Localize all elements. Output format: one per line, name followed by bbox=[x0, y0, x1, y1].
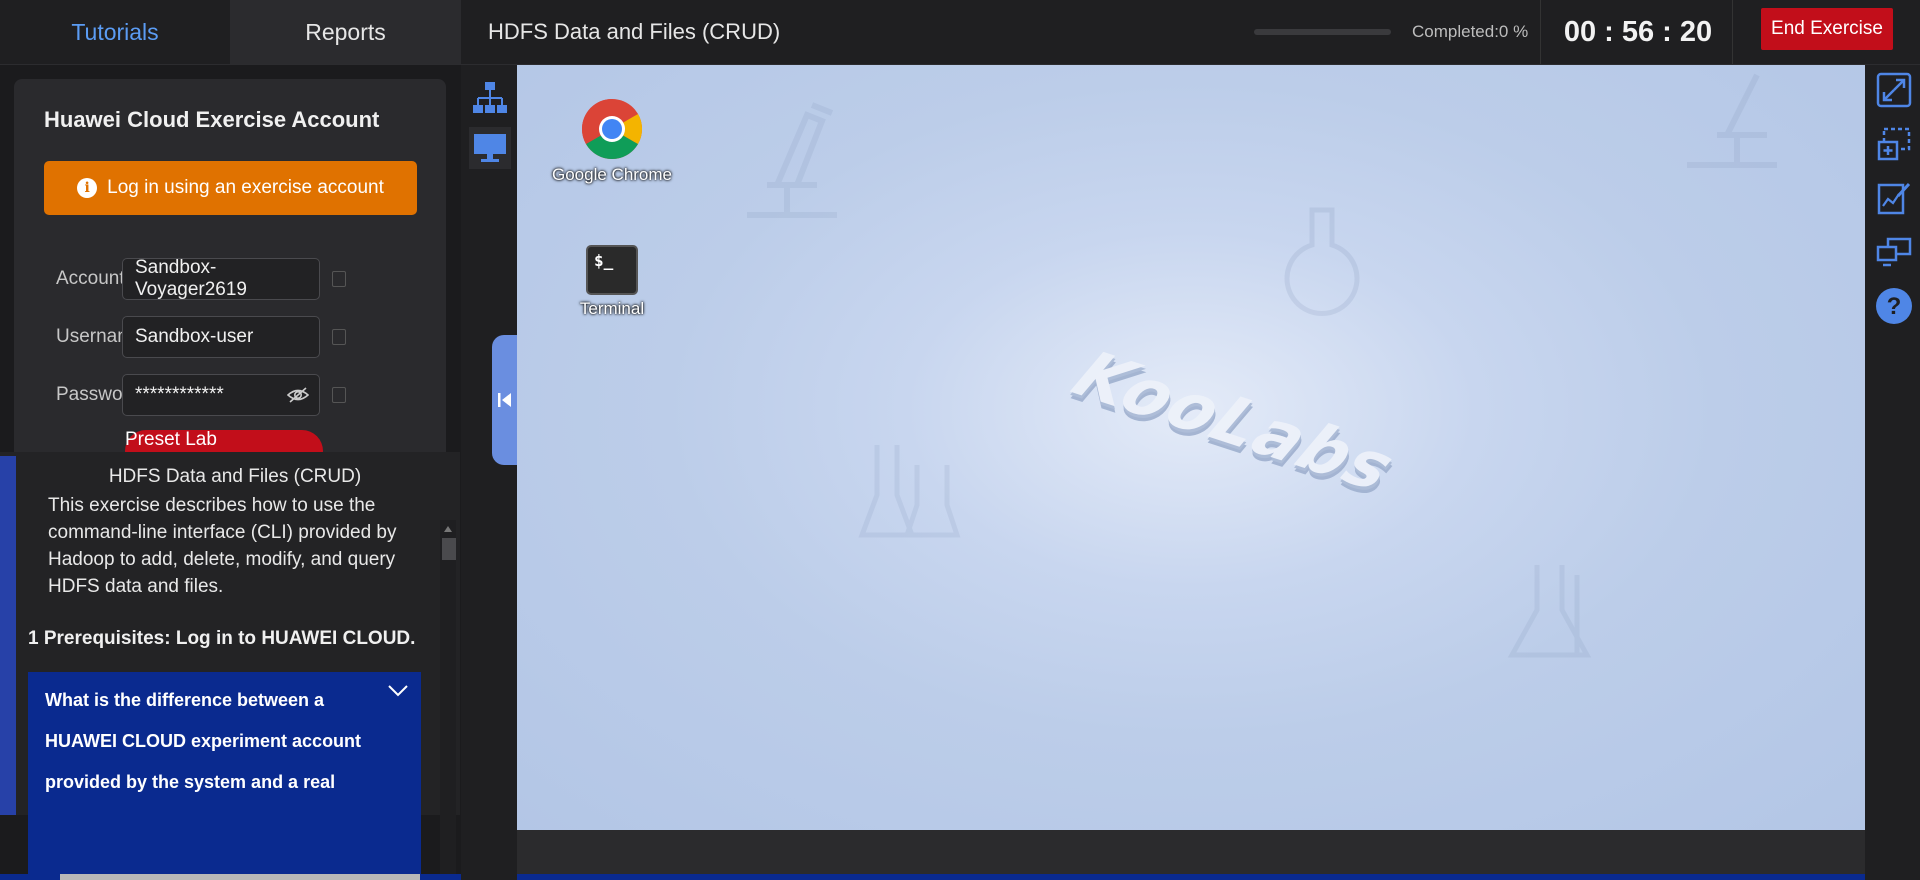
view-switcher bbox=[461, 65, 517, 880]
flask-watermark-icon bbox=[1284, 207, 1360, 316]
collapse-left-icon bbox=[497, 393, 511, 407]
microscope-watermark-icon bbox=[1687, 73, 1777, 168]
tab-tutorials[interactable]: Tutorials bbox=[0, 0, 230, 64]
doc-title: HDFS Data and Files (CRUD) bbox=[108, 466, 362, 487]
help-button[interactable]: ? bbox=[1875, 287, 1913, 325]
section-accent bbox=[0, 456, 16, 815]
countdown-timer: 00 : 56 : 20 bbox=[1563, 15, 1713, 48]
desktop-icon-label: Google Chrome bbox=[552, 165, 673, 184]
desktop-icon-label: Terminal bbox=[579, 299, 645, 318]
desktop-taskbar bbox=[517, 830, 1865, 874]
faq-question: What is the difference between a HUAWEI … bbox=[45, 690, 362, 792]
remote-desktop[interactable]: KooLabs Google Chrome $_ Terminal bbox=[517, 65, 1865, 830]
flask-watermark-icon bbox=[1507, 565, 1592, 658]
remote-desktop-button[interactable] bbox=[1875, 233, 1913, 271]
desktop-icon-terminal[interactable]: $_ Terminal bbox=[552, 245, 672, 319]
login-button-label: Log in using an exercise account bbox=[107, 177, 384, 198]
account-row: Account Sandbox-Voyager2619 bbox=[56, 257, 346, 301]
username-row: Username Sandbox-user bbox=[56, 315, 346, 359]
account-field[interactable]: Sandbox-Voyager2619 bbox=[122, 257, 320, 300]
exercise-title: HDFS Data and Files (CRUD) bbox=[488, 19, 781, 44]
chrome-icon bbox=[581, 98, 643, 160]
horizontal-scrollbar[interactable] bbox=[60, 874, 420, 880]
desktop-view-button[interactable] bbox=[469, 127, 511, 169]
top-bar: Tutorials Reports HDFS Data and Files (C… bbox=[0, 0, 1920, 65]
username-label: Username bbox=[56, 326, 122, 347]
screenshot-button[interactable] bbox=[1875, 125, 1913, 163]
info-icon: i bbox=[77, 178, 98, 198]
expand-icon bbox=[1876, 72, 1912, 108]
topology-icon bbox=[473, 82, 507, 113]
tab-reports[interactable]: Reports bbox=[230, 0, 461, 64]
scrollbar[interactable] bbox=[440, 520, 456, 875]
password-row: Password ************ bbox=[56, 373, 346, 417]
divider bbox=[1732, 0, 1733, 64]
scroll-up-icon[interactable] bbox=[444, 526, 452, 532]
terminal-icon: $_ bbox=[586, 245, 638, 295]
completed-label: Completed:0 % bbox=[1412, 22, 1529, 41]
copy-icon[interactable] bbox=[332, 387, 346, 403]
login-exercise-account-button[interactable]: i Log in using an exercise account bbox=[44, 161, 417, 215]
koolabs-watermark: KooLabs bbox=[1060, 337, 1410, 506]
edit-chart-icon bbox=[1877, 182, 1911, 215]
svg-text:?: ? bbox=[1887, 293, 1902, 320]
eye-slash-icon[interactable] bbox=[287, 386, 309, 404]
account-card: Huawei Cloud Exercise Account i Log in u… bbox=[14, 79, 446, 503]
faq-accordion[interactable]: What is the difference between a HUAWEI … bbox=[28, 672, 421, 880]
divider bbox=[1540, 0, 1541, 64]
step-heading: 1 Prerequisites: Log in to HUAWEI CLOUD. bbox=[28, 628, 416, 649]
password-value: ************ bbox=[135, 384, 224, 405]
scrollbar-thumb[interactable] bbox=[442, 538, 456, 560]
end-exercise-button[interactable]: End Exercise bbox=[1761, 8, 1893, 50]
add-screenshot-icon bbox=[1877, 127, 1911, 161]
microscope-watermark-icon bbox=[747, 102, 837, 218]
doc-description: This exercise describes how to use the c… bbox=[48, 495, 397, 597]
username-field[interactable]: Sandbox-user bbox=[122, 316, 320, 358]
password-label: Password bbox=[56, 384, 122, 405]
help-icon: ? bbox=[1876, 288, 1912, 324]
password-field[interactable]: ************ bbox=[122, 374, 320, 416]
collapse-panel-button[interactable] bbox=[492, 335, 517, 465]
desktop-icon-chrome[interactable]: Google Chrome bbox=[552, 97, 672, 185]
fullscreen-button[interactable] bbox=[1875, 71, 1913, 109]
account-label: Account bbox=[56, 268, 122, 289]
card-title: Huawei Cloud Exercise Account bbox=[44, 107, 380, 132]
chevron-down-icon[interactable] bbox=[387, 684, 409, 698]
copy-icon[interactable] bbox=[332, 329, 346, 345]
copy-icon[interactable] bbox=[332, 271, 346, 287]
progress-bar bbox=[1254, 29, 1391, 35]
right-toolbar: ? bbox=[1865, 65, 1920, 880]
monitor-icon bbox=[474, 134, 506, 162]
monitors-icon bbox=[1876, 237, 1912, 267]
report-button[interactable] bbox=[1875, 179, 1913, 217]
beaker-watermark-icon bbox=[858, 445, 961, 538]
topology-button[interactable] bbox=[469, 77, 511, 119]
